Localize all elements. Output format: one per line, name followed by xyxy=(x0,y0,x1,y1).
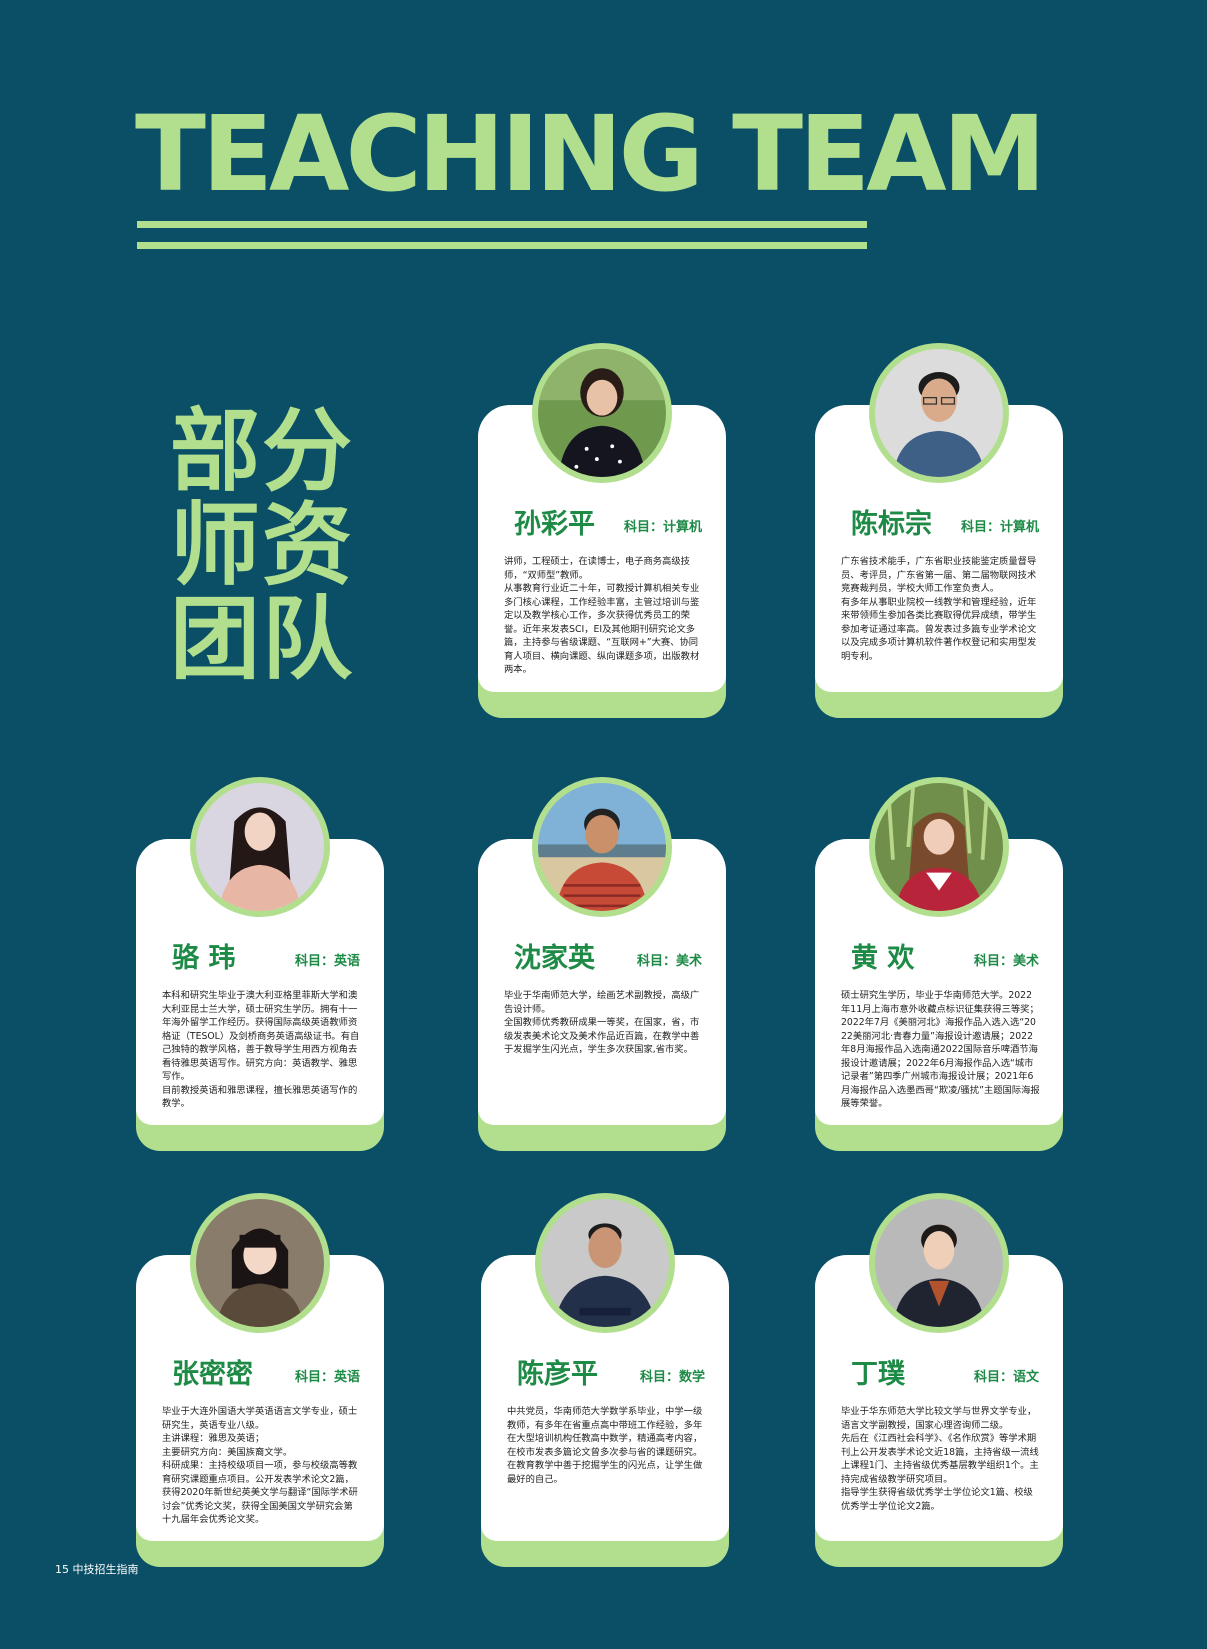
title-underline-bottom xyxy=(137,242,867,249)
teacher-card: 骆 玮 科目：英语 本科和研究生毕业于澳大利亚格里菲斯大学和澳大利亚昆士兰大学，… xyxy=(136,777,384,1151)
section-heading-line: 部分 xyxy=(170,399,354,504)
teacher-name: 陈彦平 xyxy=(517,1359,598,1390)
teacher-name: 孙彩平 xyxy=(514,509,595,540)
teacher-bio: 毕业于华东师范大学比较文学与世界文学专业，语言文学副教授，国家心理咨询师二级。 … xyxy=(841,1406,1039,1512)
teacher-photo xyxy=(869,343,1009,483)
teacher-name: 丁璞 xyxy=(851,1359,905,1390)
teacher-card: 丁璞 科目：语文 毕业于华东师范大学比较文学与世界文学专业，语言文学副教授，国家… xyxy=(815,1193,1063,1567)
teacher-subject: 科目：语文 xyxy=(973,1370,1039,1385)
teacher-bio: 讲师，工程硕士，在读博士，电子商务高级技师，“双师型”教师。 从事教育行业近二十… xyxy=(504,556,700,675)
teacher-subject: 科目：英语 xyxy=(294,954,360,969)
teacher-bio: 广东省技术能手，广东省职业技能鉴定质量督导员、考评员，广东省第一届、第二届物联网… xyxy=(841,556,1037,662)
teacher-bio: 毕业于大连外国语大学英语语言文学专业，硕士研究生，英语专业八级。 主讲课程：雅思… xyxy=(162,1406,358,1525)
teacher-bio: 硕士研究生学历，毕业于华南师范大学。2022年11月上海市意外收藏点标识征集获得… xyxy=(841,990,1040,1109)
teacher-photo xyxy=(869,1193,1009,1333)
teacher-name: 陈标宗 xyxy=(851,509,932,540)
teacher-photo xyxy=(532,343,672,483)
teacher-name: 张密密 xyxy=(172,1359,253,1390)
teacher-name: 黄 欢 xyxy=(851,943,915,974)
teacher-card: 陈标宗 科目：计算机 广东省技术能手，广东省职业技能鉴定质量督导员、考评员，广东… xyxy=(815,343,1063,718)
teacher-subject: 科目：英语 xyxy=(294,1370,360,1385)
teacher-bio: 本科和研究生毕业于澳大利亚格里菲斯大学和澳大利亚昆士兰大学，硕士研究生学历。拥有… xyxy=(162,990,360,1109)
teacher-subject: 科目：美术 xyxy=(973,954,1039,969)
teacher-photo xyxy=(869,777,1009,917)
teacher-photo xyxy=(532,777,672,917)
teacher-card: 黄 欢 科目：美术 硕士研究生学历，毕业于华南师范大学。2022年11月上海市意… xyxy=(815,777,1063,1151)
section-heading-line: 师资 xyxy=(170,493,354,598)
teacher-card: 张密密 科目：英语 毕业于大连外国语大学英语语言文学专业，硕士研究生，英语专业八… xyxy=(136,1193,384,1567)
teacher-card: 陈彦平 科目：数学 中共党员，华南师范大学数学系毕业，中学一级教师，有多年在省重… xyxy=(481,1193,729,1567)
teacher-name: 沈家英 xyxy=(514,943,595,974)
section-heading: 部分 师资 团队 xyxy=(170,405,354,687)
teacher-card: 孙彩平 科目：计算机 讲师，工程硕士，在读博士，电子商务高级技师，“双师型”教师… xyxy=(478,343,726,718)
teacher-bio: 毕业于华南师范大学，绘画艺术副教授，高级广告设计师。 全国教师优秀教研成果一等奖… xyxy=(504,990,700,1055)
teacher-subject: 科目：数学 xyxy=(639,1370,705,1385)
teacher-photo xyxy=(190,1193,330,1333)
section-heading-line: 团队 xyxy=(170,587,354,692)
teacher-photo xyxy=(190,777,330,917)
title-underline-top xyxy=(137,221,867,228)
teacher-subject: 科目：计算机 xyxy=(623,520,702,535)
teacher-bio: 中共党员，华南师范大学数学系毕业，中学一级教师，有多年在省重点高中带班工作经验，… xyxy=(507,1406,703,1485)
teacher-subject: 科目：美术 xyxy=(636,954,702,969)
page-title: TEACHING TEAM xyxy=(135,93,1046,215)
teacher-name: 骆 玮 xyxy=(172,943,236,974)
page-footer: 15 中技招生指南 xyxy=(55,1563,139,1576)
teacher-card: 沈家英 科目：美术 毕业于华南师范大学，绘画艺术副教授，高级广告设计师。 全国教… xyxy=(478,777,726,1151)
teacher-subject: 科目：计算机 xyxy=(960,520,1039,535)
teacher-photo xyxy=(535,1193,675,1333)
